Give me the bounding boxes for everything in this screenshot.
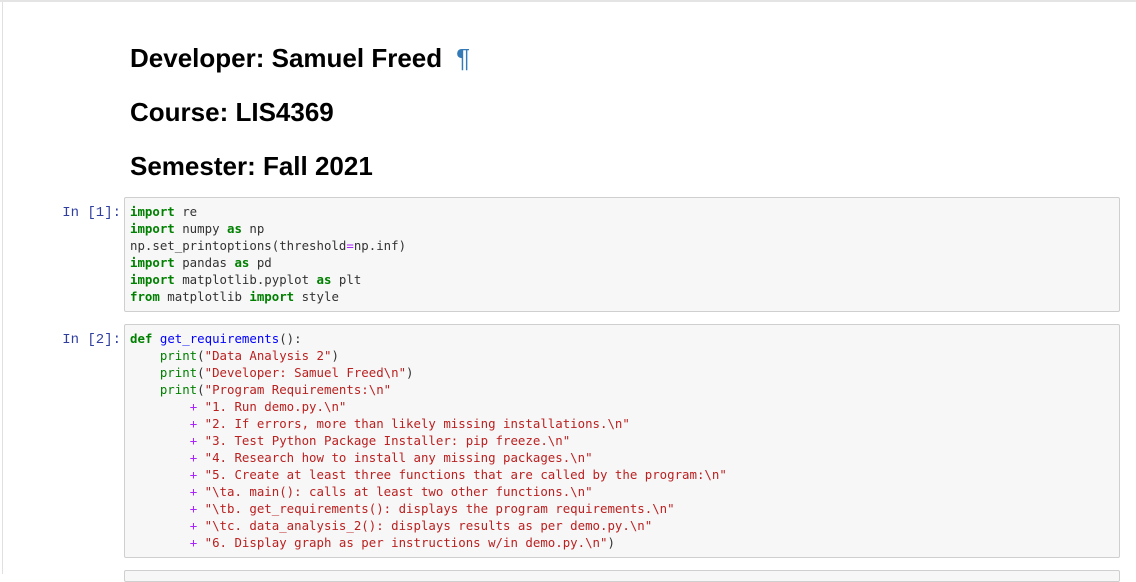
- cell-1-prompt: In [1]:: [62, 205, 121, 221]
- anchor-link-icon[interactable]: ¶: [456, 43, 470, 73]
- course-heading: Course: LIS4369: [130, 97, 334, 127]
- markdown-cell[interactable]: Developer: Samuel Freed ¶ Course: LIS4369…: [130, 38, 1110, 200]
- cell-2-prompt: In [2]:: [62, 332, 121, 348]
- semester-heading: Semester: Fall 2021: [130, 151, 373, 181]
- top-divider: [0, 0, 1136, 2]
- notebook-left-border: [2, 2, 3, 574]
- code-cell-1[interactable]: import re import numpy as np np.set_prin…: [124, 197, 1120, 312]
- developer-heading: Developer: Samuel Freed ¶: [130, 43, 471, 73]
- code-cell-3[interactable]: [124, 570, 1120, 582]
- code-cell-1-source[interactable]: import re import numpy as np np.set_prin…: [125, 198, 1119, 305]
- code-cell-2[interactable]: def get_requirements(): print("Data Anal…: [124, 324, 1120, 558]
- code-cell-2-source[interactable]: def get_requirements(): print("Data Anal…: [125, 325, 1119, 551]
